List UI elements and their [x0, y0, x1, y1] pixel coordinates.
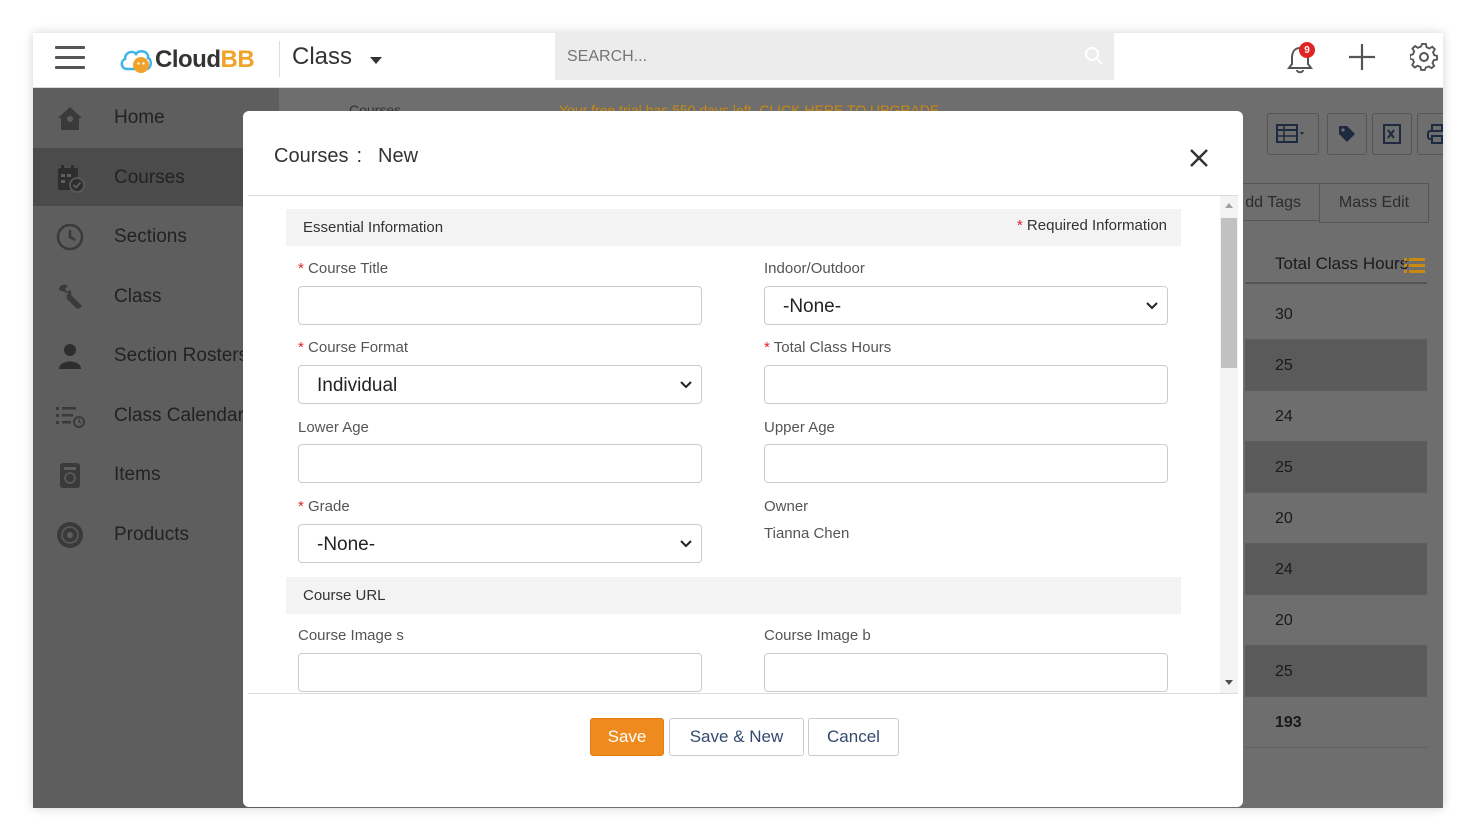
total-class-hours-input[interactable]	[764, 365, 1168, 404]
items-icon	[60, 463, 80, 488]
table-cell: 24	[1245, 391, 1427, 442]
print-button[interactable]	[1417, 113, 1443, 155]
mass-edit-button[interactable]: Mass Edit	[1319, 183, 1429, 223]
sidebar-item-label: Section Rosters	[114, 345, 249, 366]
gear-icon[interactable]	[1410, 43, 1438, 71]
scroll-thumb[interactable]	[1221, 218, 1237, 368]
add-tags-button[interactable]: dd Tags	[1231, 183, 1319, 221]
close-icon[interactable]	[1188, 147, 1210, 169]
course-image-b-input[interactable]	[764, 653, 1168, 692]
modal-title: Courses: New	[274, 145, 419, 167]
scroll-up-arrow-icon[interactable]	[1225, 203, 1233, 208]
table-cell: 25	[1245, 340, 1427, 391]
courses-icon	[58, 165, 85, 193]
table-cell: 25	[1245, 646, 1427, 697]
table-cell: 24	[1245, 544, 1427, 595]
upper-age-label: Upper Age	[764, 419, 835, 436]
table-cell: 20	[1245, 595, 1427, 646]
scroll-down-arrow-icon[interactable]	[1225, 680, 1233, 685]
app-window: CloudBB Class 9	[33, 33, 1443, 808]
top-bar: CloudBB Class 9	[33, 33, 1443, 88]
clock-icon	[56, 223, 84, 251]
cloud-logo-icon	[120, 49, 152, 73]
table-total-cell: 193	[1245, 697, 1427, 748]
upper-age-input[interactable]	[764, 444, 1168, 483]
home-icon	[58, 107, 82, 130]
save-button[interactable]: Save	[590, 718, 664, 756]
modal-footer-divider	[248, 693, 1238, 694]
table-cell: 20	[1245, 493, 1427, 544]
plus-icon[interactable]	[1347, 42, 1377, 72]
course-format-label: * Course Format	[298, 339, 409, 356]
excel-icon	[1383, 124, 1401, 144]
calendar-list-icon	[56, 407, 85, 428]
sidebar-item-label: Courses	[114, 167, 185, 188]
tag-icon	[1339, 126, 1355, 142]
owner-value: Tianna Chen	[764, 525, 850, 542]
course-title-label: * Course Title	[298, 260, 389, 277]
course-image-s-label: Course Image s	[298, 627, 404, 644]
products-icon	[57, 522, 83, 548]
column-menu-icon[interactable]	[1404, 258, 1426, 274]
modal-scrollbar[interactable]	[1220, 196, 1238, 693]
tag-button[interactable]	[1327, 113, 1367, 155]
sidebar-item-label: Items	[114, 464, 161, 485]
grade-label: * Grade	[298, 498, 350, 515]
search-icon[interactable]	[1084, 46, 1104, 66]
topbar-divider	[279, 41, 280, 77]
export-excel-button[interactable]	[1372, 113, 1412, 155]
table-icon	[1276, 124, 1304, 143]
table-view-button[interactable]	[1267, 113, 1319, 155]
hamburger-menu-icon[interactable]	[55, 46, 85, 70]
app-logo[interactable]: CloudBB	[119, 42, 255, 78]
person-icon	[59, 344, 81, 369]
wrench-icon	[59, 284, 82, 309]
owner-label: Owner	[764, 498, 809, 515]
notification-badge: 9	[1299, 42, 1315, 58]
caret-down-icon	[370, 56, 383, 64]
course-title-input[interactable]	[298, 286, 702, 325]
column-header-total-class-hours[interactable]: Total Class Hours	[1245, 246, 1427, 284]
table-cell: 30	[1245, 289, 1427, 340]
course-image-b-label: Course Image b	[764, 627, 871, 644]
sidebar-item-label: Sections	[114, 226, 187, 247]
save-and-new-button[interactable]: Save & New	[669, 718, 804, 756]
lower-age-label: Lower Age	[298, 419, 369, 436]
modal-form-body: Essential Information * Required Informa…	[248, 196, 1238, 693]
module-title: Class	[292, 43, 353, 70]
indoor-outdoor-select[interactable]: -None-	[764, 286, 1168, 325]
course-image-s-input[interactable]	[298, 653, 702, 692]
course-format-select[interactable]: Individual	[298, 365, 702, 404]
search-input[interactable]	[555, 33, 1114, 80]
module-switcher[interactable]: Class	[292, 43, 383, 71]
logo-text: CloudBB	[155, 46, 255, 73]
table-cell: 25	[1245, 442, 1427, 493]
chevron-down-icon	[680, 540, 692, 548]
indoor-outdoor-label: Indoor/Outdoor	[764, 260, 865, 277]
required-information-note: * Required Information	[1016, 217, 1167, 234]
sidebar-item-label: Class	[114, 286, 162, 307]
chevron-down-icon	[1146, 302, 1158, 310]
sidebar-item-label: Home	[114, 107, 165, 128]
section-course-url: Course URL	[286, 577, 1181, 614]
lower-age-input[interactable]	[298, 444, 702, 483]
cancel-button[interactable]: Cancel	[808, 718, 899, 756]
sidebar-item-label: Products	[114, 524, 189, 545]
grade-select[interactable]: -None-	[298, 524, 702, 563]
sidebar-item-label: Class Calendar	[114, 405, 244, 426]
section-essential-information: Essential Information * Required Informa…	[286, 209, 1181, 246]
total-class-hours-label: * Total Class Hours	[764, 339, 892, 356]
new-course-modal: Courses: New Essential Information * Requ…	[243, 111, 1243, 807]
print-icon	[1427, 124, 1443, 144]
chevron-down-icon	[680, 381, 692, 389]
